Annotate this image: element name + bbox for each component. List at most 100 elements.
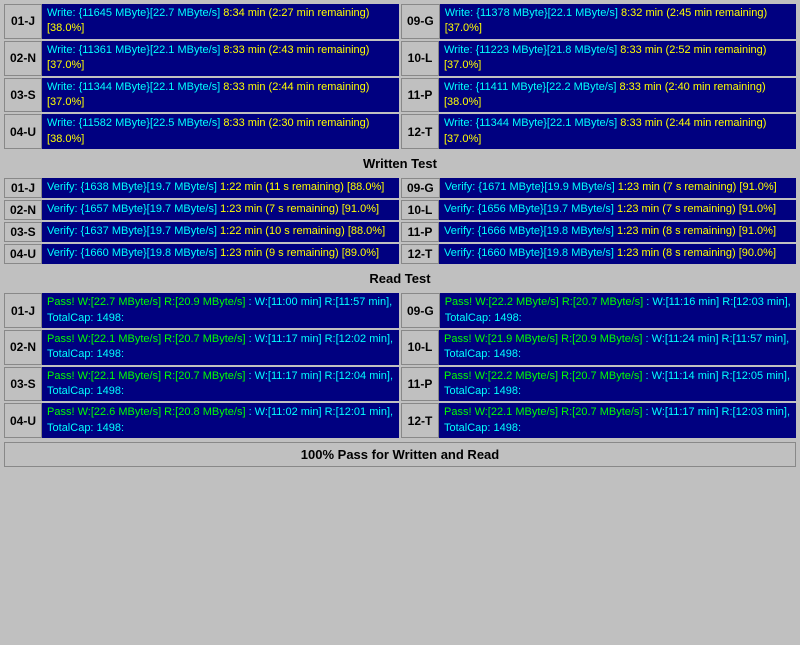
write-right-4: 12-T Write: {11344 MByte}[22.1 MByte/s] … — [401, 114, 796, 149]
verify-cell-04u: Verify: {1660 MByte}[19.8 MByte/s] 1:23 … — [42, 244, 399, 264]
read-row-3: 03-S Pass! W:[22.1 MByte/s] R:[20.7 MByt… — [4, 367, 796, 402]
write-row-2: 02-N Write: {11361 MByte}[22.1 MByte/s] … — [4, 41, 796, 76]
verify-line2-12t: 1:23 min (8 s remaining) [90.0%] — [617, 247, 776, 259]
write-left-3: 03-S Write: {11344 MByte}[22.1 MByte/s] … — [4, 78, 399, 113]
device-label-09g-verify: 09-G — [401, 178, 440, 198]
write-cell-01j: Write: {11645 MByte}[22.7 MByte/s] 8:34 … — [42, 4, 399, 39]
verify-left-2: 02-N Verify: {1657 MByte}[19.7 MByte/s] … — [4, 200, 399, 220]
write-line1-01j: Write: {11645 MByte}[22.7 MByte/s] — [47, 7, 220, 19]
verify-right-3: 11-P Verify: {1666 MByte}[19.8 MByte/s] … — [401, 222, 796, 242]
verify-section: 01-J Verify: {1638 MByte}[19.7 MByte/s] … — [4, 178, 796, 264]
verify-line1-09g: Verify: {1671 MByte}[19.9 MByte/s] — [445, 181, 615, 193]
result-footer: 100% Pass for Written and Read — [4, 442, 796, 467]
device-label-12t-read: 12-T — [401, 403, 439, 438]
read-line1-09g: Pass! W:[22.2 MByte/s] R:[20.7 MByte/s] — [445, 296, 643, 308]
read-line1-02n: Pass! W:[22.1 MByte/s] R:[20.7 MByte/s] — [47, 333, 245, 345]
verify-line1-11p: Verify: {1666 MByte}[19.8 MByte/s] — [444, 225, 614, 237]
verify-right-2: 10-L Verify: {1656 MByte}[19.7 MByte/s] … — [401, 200, 796, 220]
write-cell-12t: Write: {11344 MByte}[22.1 MByte/s] 8:33 … — [439, 114, 796, 149]
read-test-header: Read Test — [4, 268, 796, 289]
read-line1-11p: Pass! W:[22.2 MByte/s] R:[20.7 MByte/s] — [444, 370, 642, 382]
write-row-3: 03-S Write: {11344 MByte}[22.1 MByte/s] … — [4, 78, 796, 113]
verify-row-2: 02-N Verify: {1657 MByte}[19.7 MByte/s] … — [4, 200, 796, 220]
verify-line2-03s: 1:22 min (10 s remaining) [88.0%] — [220, 225, 385, 237]
verify-line1-12t: Verify: {1660 MByte}[19.8 MByte/s] — [444, 247, 614, 259]
write-line1-02n: Write: {11361 MByte}[22.1 MByte/s] — [47, 44, 220, 56]
read-line1-12t: Pass! W:[22.1 MByte/s] R:[20.7 MByte/s] — [444, 406, 642, 418]
verify-cell-12t: Verify: {1660 MByte}[19.8 MByte/s] 1:23 … — [439, 244, 796, 264]
device-label-04u-verify: 04-U — [4, 244, 42, 264]
read-right-4: 12-T Pass! W:[22.1 MByte/s] R:[20.7 MByt… — [401, 403, 796, 438]
verify-right-1: 09-G Verify: {1671 MByte}[19.9 MByte/s] … — [401, 178, 796, 198]
write-row-4: 04-U Write: {11582 MByte}[22.5 MByte/s] … — [4, 114, 796, 149]
device-label-01j-read: 01-J — [4, 293, 42, 328]
write-left-4: 04-U Write: {11582 MByte}[22.5 MByte/s] … — [4, 114, 399, 149]
write-cell-04u: Write: {11582 MByte}[22.5 MByte/s] 8:33 … — [42, 114, 399, 149]
write-line1-12t: Write: {11344 MByte}[22.1 MByte/s] — [444, 117, 617, 129]
write-right-2: 10-L Write: {11223 MByte}[21.8 MByte/s] … — [401, 41, 796, 76]
device-label-11p-write: 11-P — [401, 78, 439, 113]
verify-line2-01j: 1:22 min (11 s remaining) [88.0%] — [220, 181, 384, 193]
verify-line2-09g: 1:23 min (7 s remaining) [91.0%] — [618, 181, 777, 193]
write-row-1: 01-J Write: {11645 MByte}[22.7 MByte/s] … — [4, 4, 796, 39]
verify-cell-10l: Verify: {1656 MByte}[19.7 MByte/s] 1:23 … — [439, 200, 796, 220]
write-right-1: 09-G Write: {11378 MByte}[22.1 MByte/s] … — [401, 4, 796, 39]
written-test-header: Written Test — [4, 153, 796, 174]
verify-cell-09g: Verify: {1671 MByte}[19.9 MByte/s] 1:23 … — [440, 178, 796, 198]
device-label-12t-verify: 12-T — [401, 244, 439, 264]
verify-cell-01j: Verify: {1638 MByte}[19.7 MByte/s] 1:22 … — [42, 178, 399, 198]
read-right-3: 11-P Pass! W:[22.2 MByte/s] R:[20.7 MByt… — [401, 367, 796, 402]
device-label-03s-write: 03-S — [4, 78, 42, 113]
device-label-02n-read: 02-N — [4, 330, 42, 365]
write-line1-11p: Write: {11411 MByte}[22.2 MByte/s] — [444, 81, 616, 93]
device-label-11p-read: 11-P — [401, 367, 439, 402]
verify-line2-11p: 1:23 min (8 s remaining) [91.0%] — [617, 225, 776, 237]
device-label-01j-verify: 01-J — [4, 178, 42, 198]
read-cell-09g: Pass! W:[22.2 MByte/s] R:[20.7 MByte/s] … — [440, 293, 796, 328]
read-left-2: 02-N Pass! W:[22.1 MByte/s] R:[20.7 MByt… — [4, 330, 399, 365]
verify-line1-01j: Verify: {1638 MByte}[19.7 MByte/s] — [47, 181, 217, 193]
read-left-3: 03-S Pass! W:[22.1 MByte/s] R:[20.7 MByt… — [4, 367, 399, 402]
verify-right-4: 12-T Verify: {1660 MByte}[19.8 MByte/s] … — [401, 244, 796, 264]
main-container: 01-J Write: {11645 MByte}[22.7 MByte/s] … — [0, 0, 800, 471]
write-line1-10l: Write: {11223 MByte}[21.8 MByte/s] — [444, 44, 617, 56]
verify-line1-04u: Verify: {1660 MByte}[19.8 MByte/s] — [47, 247, 217, 259]
write-cell-10l: Write: {11223 MByte}[21.8 MByte/s] 8:33 … — [439, 41, 796, 76]
verify-line2-02n: 1:23 min (7 s remaining) [91.0%] — [220, 203, 379, 215]
verify-left-1: 01-J Verify: {1638 MByte}[19.7 MByte/s] … — [4, 178, 399, 198]
read-cell-12t: Pass! W:[22.1 MByte/s] R:[20.7 MByte/s] … — [439, 403, 796, 438]
device-label-03s-read: 03-S — [4, 367, 42, 402]
device-label-04u-write: 04-U — [4, 114, 42, 149]
write-line1-03s: Write: {11344 MByte}[22.1 MByte/s] — [47, 81, 220, 93]
read-left-4: 04-U Pass! W:[22.6 MByte/s] R:[20.8 MByt… — [4, 403, 399, 438]
write-right-3: 11-P Write: {11411 MByte}[22.2 MByte/s] … — [401, 78, 796, 113]
verify-cell-03s: Verify: {1637 MByte}[19.7 MByte/s] 1:22 … — [42, 222, 399, 242]
read-cell-04u: Pass! W:[22.6 MByte/s] R:[20.8 MByte/s] … — [42, 403, 399, 438]
write-section: 01-J Write: {11645 MByte}[22.7 MByte/s] … — [4, 4, 796, 149]
read-cell-11p: Pass! W:[22.2 MByte/s] R:[20.7 MByte/s] … — [439, 367, 796, 402]
verify-left-4: 04-U Verify: {1660 MByte}[19.8 MByte/s] … — [4, 244, 399, 264]
write-left-1: 01-J Write: {11645 MByte}[22.7 MByte/s] … — [4, 4, 399, 39]
write-cell-02n: Write: {11361 MByte}[22.1 MByte/s] 8:33 … — [42, 41, 399, 76]
verify-row-4: 04-U Verify: {1660 MByte}[19.8 MByte/s] … — [4, 244, 796, 264]
read-cell-10l: Pass! W:[21.9 MByte/s] R:[20.9 MByte/s] … — [439, 330, 796, 365]
read-row-4: 04-U Pass! W:[22.6 MByte/s] R:[20.8 MByt… — [4, 403, 796, 438]
verify-line2-04u: 1:23 min (9 s remaining) [89.0%] — [220, 247, 379, 259]
device-label-03s-verify: 03-S — [4, 222, 42, 242]
read-line1-04u: Pass! W:[22.6 MByte/s] R:[20.8 MByte/s] — [47, 406, 245, 418]
read-line1-10l: Pass! W:[21.9 MByte/s] R:[20.9 MByte/s] — [444, 333, 642, 345]
device-label-04u-read: 04-U — [4, 403, 42, 438]
verify-cell-02n: Verify: {1657 MByte}[19.7 MByte/s] 1:23 … — [42, 200, 399, 220]
verify-cell-11p: Verify: {1666 MByte}[19.8 MByte/s] 1:23 … — [439, 222, 796, 242]
device-label-01j-write: 01-J — [4, 4, 42, 39]
read-cell-01j: Pass! W:[22.7 MByte/s] R:[20.9 MByte/s] … — [42, 293, 399, 328]
read-section: 01-J Pass! W:[22.7 MByte/s] R:[20.9 MByt… — [4, 293, 796, 438]
write-line1-04u: Write: {11582 MByte}[22.5 MByte/s] — [47, 117, 220, 129]
device-label-02n-verify: 02-N — [4, 200, 42, 220]
verify-line2-10l: 1:23 min (7 s remaining) [91.0%] — [617, 203, 776, 215]
verify-line1-03s: Verify: {1637 MByte}[19.7 MByte/s] — [47, 225, 217, 237]
write-cell-11p: Write: {11411 MByte}[22.2 MByte/s] 8:33 … — [439, 78, 796, 113]
read-cell-02n: Pass! W:[22.1 MByte/s] R:[20.7 MByte/s] … — [42, 330, 399, 365]
device-label-12t-write: 12-T — [401, 114, 439, 149]
write-cell-03s: Write: {11344 MByte}[22.1 MByte/s] 8:33 … — [42, 78, 399, 113]
